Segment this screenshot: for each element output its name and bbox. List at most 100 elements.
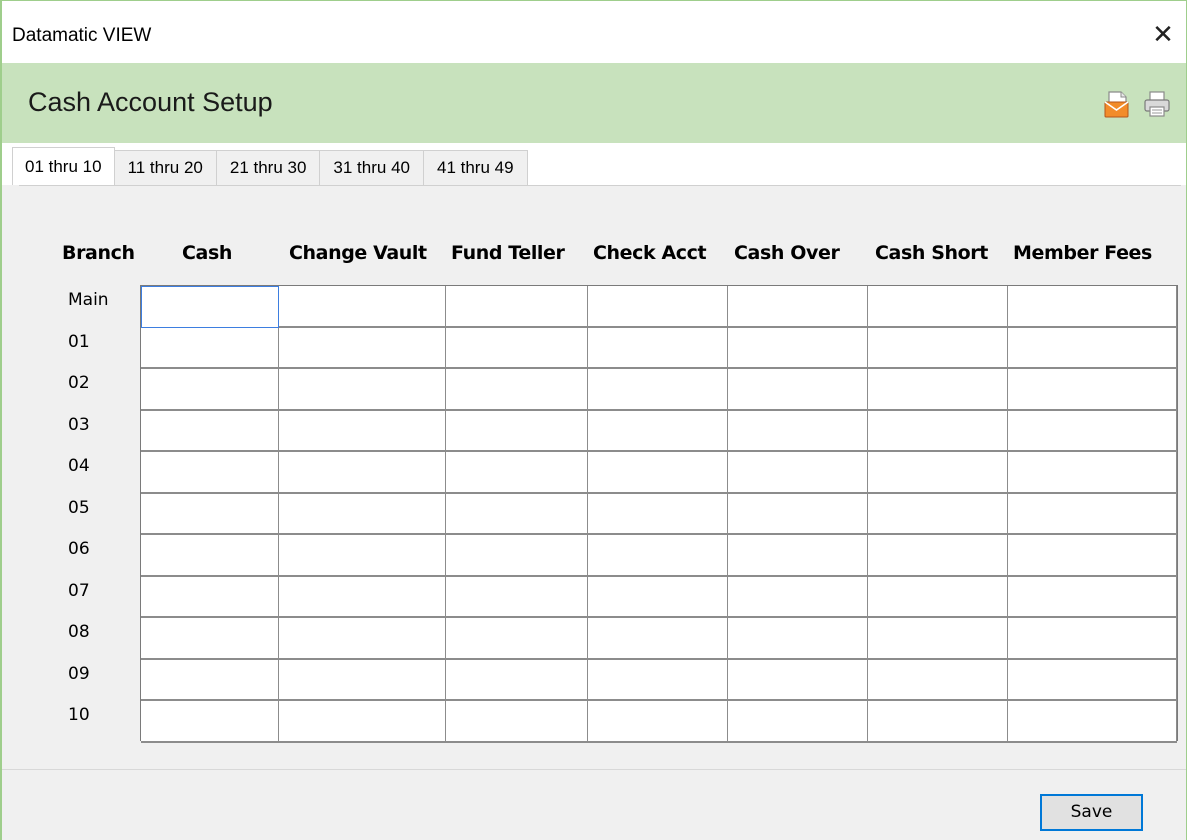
column-header-branch: Branch <box>62 242 135 264</box>
cell-01-check-acct[interactable] <box>588 327 728 369</box>
cell-04-member-fees[interactable] <box>1008 452 1177 494</box>
cell-05-cash[interactable] <box>141 493 279 535</box>
column-header-cash-over: Cash Over <box>734 242 840 264</box>
title-bar: Datamatic VIEW ✕ <box>2 1 1186 63</box>
tab-01-thru-10[interactable]: 01 thru 10 <box>12 147 115 185</box>
cell-04-check-acct[interactable] <box>588 452 728 494</box>
cell-06-cash-over[interactable] <box>728 535 868 577</box>
row-label-04: 04 <box>68 456 90 476</box>
cell-07-cash[interactable] <box>141 576 279 618</box>
tab-21-thru-30[interactable]: 21 thru 30 <box>216 150 321 185</box>
tab-11-thru-20[interactable]: 11 thru 20 <box>114 150 217 185</box>
cell-03-fund-teller[interactable] <box>446 410 588 452</box>
cell-08-cash-over[interactable] <box>728 618 868 660</box>
cell-02-change-vault[interactable] <box>279 369 446 411</box>
cell-07-member-fees[interactable] <box>1008 576 1177 618</box>
cell-04-change-vault[interactable] <box>279 452 446 494</box>
cell-04-cash-over[interactable] <box>728 452 868 494</box>
cell-10-cash[interactable] <box>141 701 279 743</box>
cell-10-fund-teller[interactable] <box>446 701 588 743</box>
cell-04-fund-teller[interactable] <box>446 452 588 494</box>
cell-10-cash-short[interactable] <box>868 701 1008 743</box>
cell-main-check-acct[interactable] <box>588 286 728 328</box>
cell-03-change-vault[interactable] <box>279 410 446 452</box>
cell-06-change-vault[interactable] <box>279 535 446 577</box>
row-label-09: 09 <box>68 663 90 684</box>
row-label-main: Main <box>68 290 109 310</box>
cell-02-cash[interactable] <box>141 369 279 411</box>
cell-10-member-fees[interactable] <box>1008 701 1177 743</box>
cell-10-check-acct[interactable] <box>588 701 728 743</box>
cell-02-fund-teller[interactable] <box>446 369 588 411</box>
cell-05-change-vault[interactable] <box>279 493 446 535</box>
cell-05-check-acct[interactable] <box>588 493 728 535</box>
cell-main-fund-teller[interactable] <box>446 286 588 328</box>
cell-10-change-vault[interactable] <box>279 701 446 743</box>
email-report-icon[interactable] <box>1102 89 1132 119</box>
cell-09-cash[interactable] <box>141 659 279 701</box>
cell-03-member-fees[interactable] <box>1008 410 1177 452</box>
cell-09-cash-short[interactable] <box>868 659 1008 701</box>
close-icon[interactable]: ✕ <box>1146 19 1180 49</box>
cell-main-cash-over[interactable] <box>728 286 868 328</box>
cell-05-cash-short[interactable] <box>868 493 1008 535</box>
cell-06-cash[interactable] <box>141 535 279 577</box>
cell-05-fund-teller[interactable] <box>446 493 588 535</box>
page-title: Cash Account Setup <box>28 87 273 117</box>
cell-main-cash-short[interactable] <box>868 286 1008 328</box>
tab-31-thru-40[interactable]: 31 thru 40 <box>320 150 424 185</box>
dialog-window: Datamatic VIEW ✕ Cash Account Setup 01 t… <box>0 0 1187 840</box>
cell-07-cash-short[interactable] <box>868 576 1008 618</box>
cell-02-member-fees[interactable] <box>1008 369 1177 411</box>
header-actions <box>1102 89 1172 119</box>
cell-07-fund-teller[interactable] <box>446 576 588 618</box>
cell-09-check-acct[interactable] <box>588 659 728 701</box>
cell-03-check-acct[interactable] <box>588 410 728 452</box>
cell-01-member-fees[interactable] <box>1008 327 1177 369</box>
cell-01-fund-teller[interactable] <box>446 327 588 369</box>
cell-10-cash-over[interactable] <box>728 701 868 743</box>
page-header: Cash Account Setup <box>2 63 1186 143</box>
cell-02-cash-over[interactable] <box>728 369 868 411</box>
cell-05-cash-over[interactable] <box>728 493 868 535</box>
cell-07-check-acct[interactable] <box>588 576 728 618</box>
save-button[interactable]: Save <box>1040 794 1143 831</box>
cell-08-cash[interactable] <box>141 618 279 660</box>
cell-07-change-vault[interactable] <box>279 576 446 618</box>
cell-01-cash[interactable] <box>141 327 279 369</box>
column-header-cash-short: Cash Short <box>875 242 988 264</box>
cell-07-cash-over[interactable] <box>728 576 868 618</box>
cell-main-member-fees[interactable] <box>1008 286 1177 328</box>
cell-06-fund-teller[interactable] <box>446 535 588 577</box>
cell-01-change-vault[interactable] <box>279 327 446 369</box>
cell-09-change-vault[interactable] <box>279 659 446 701</box>
row-label-03: 03 <box>68 414 90 435</box>
cell-09-member-fees[interactable] <box>1008 659 1177 701</box>
cell-05-member-fees[interactable] <box>1008 493 1177 535</box>
cell-08-fund-teller[interactable] <box>446 618 588 660</box>
cell-08-cash-short[interactable] <box>868 618 1008 660</box>
cell-04-cash[interactable] <box>141 452 279 494</box>
cell-01-cash-over[interactable] <box>728 327 868 369</box>
cell-08-change-vault[interactable] <box>279 618 446 660</box>
column-header-change-vault: Change Vault <box>289 242 427 264</box>
cell-08-member-fees[interactable] <box>1008 618 1177 660</box>
cell-main-cash[interactable] <box>141 286 279 328</box>
cell-06-member-fees[interactable] <box>1008 535 1177 577</box>
cell-02-cash-short[interactable] <box>868 369 1008 411</box>
cell-03-cash-short[interactable] <box>868 410 1008 452</box>
cell-main-change-vault[interactable] <box>279 286 446 328</box>
cell-09-cash-over[interactable] <box>728 659 868 701</box>
cell-01-cash-short[interactable] <box>868 327 1008 369</box>
cell-02-check-acct[interactable] <box>588 369 728 411</box>
cell-03-cash-over[interactable] <box>728 410 868 452</box>
cell-09-fund-teller[interactable] <box>446 659 588 701</box>
cell-06-cash-short[interactable] <box>868 535 1008 577</box>
print-icon[interactable] <box>1142 89 1172 119</box>
cell-03-cash[interactable] <box>141 410 279 452</box>
cell-06-check-acct[interactable] <box>588 535 728 577</box>
footer-divider <box>2 769 1186 770</box>
tab-41-thru-49[interactable]: 41 thru 49 <box>423 150 528 185</box>
cell-08-check-acct[interactable] <box>588 618 728 660</box>
cell-04-cash-short[interactable] <box>868 452 1008 494</box>
